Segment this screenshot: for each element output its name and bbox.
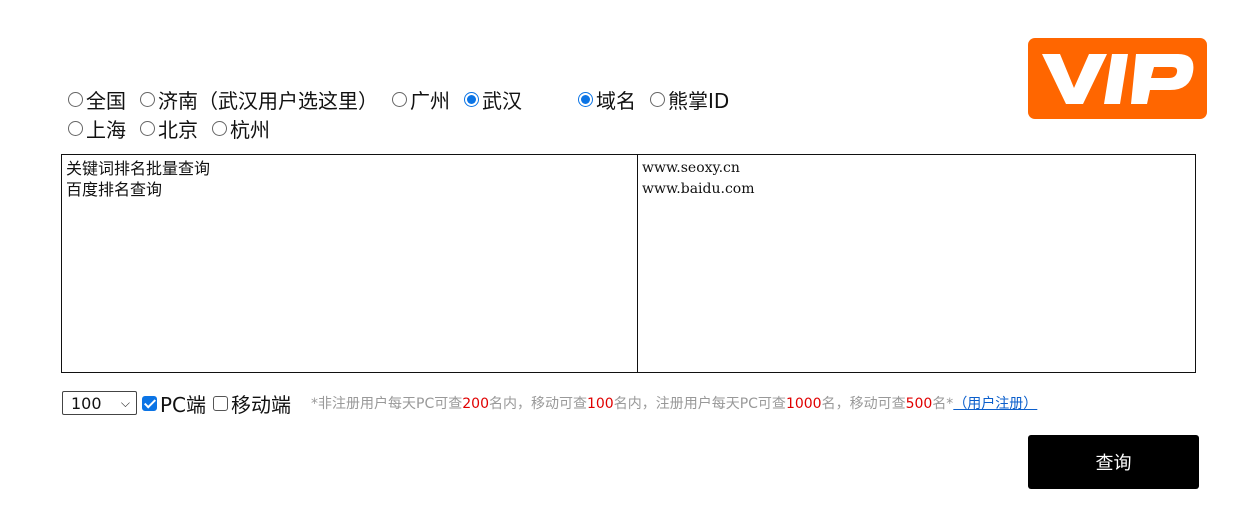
region-row-1: 全国 济南（武汉用户选这里） 广州 武汉 域名 熊掌ID — [68, 85, 743, 114]
radio-icon[interactable] — [140, 91, 155, 107]
radio-region-guangzhou[interactable]: 广州 — [392, 85, 450, 114]
note-number: 1000 — [785, 396, 822, 412]
radio-mode-domain[interactable]: 域名 — [578, 85, 636, 114]
radio-icon[interactable] — [140, 120, 155, 136]
vip-logo-graphic — [1042, 54, 1194, 104]
note-text: *非注册用户每天PC可查 — [311, 396, 463, 412]
mobile-checkbox-label: 移动端 — [231, 392, 292, 417]
note-number: 100 — [586, 396, 614, 412]
radio-icon[interactable] — [650, 91, 665, 107]
domain-line: www.seoxy.cn — [642, 160, 740, 176]
limit-note: *非注册用户每天PC可查200名内，移动可查100名内，注册用户每天PC可查10… — [311, 393, 1037, 413]
radio-mode-xiongzhang[interactable]: 熊掌ID — [650, 85, 729, 114]
region-row-2: 上海 北京 杭州 — [68, 114, 284, 143]
radio-label: 全国 — [86, 88, 126, 113]
note-text: 名* — [932, 396, 954, 412]
radio-label: 广州 — [410, 88, 450, 113]
domain-line: www.baidu.com — [642, 181, 755, 197]
note-text: 名，移动可查 — [821, 396, 906, 412]
keyword-line: 关键词排名批量查询 — [66, 159, 211, 178]
note-text: 名内，注册用户每天PC可查 — [613, 396, 786, 412]
count-select-value: 100 — [71, 393, 102, 413]
pc-checkbox[interactable] — [142, 395, 157, 411]
vip-logo[interactable] — [1028, 38, 1207, 119]
count-select[interactable]: 100 ⌵ — [62, 391, 137, 415]
radio-label: 济南（武汉用户选这里） — [158, 88, 378, 113]
radio-icon[interactable] — [68, 91, 83, 107]
note-number: 200 — [462, 396, 489, 412]
keywords-textarea[interactable]: 关键词排名批量查询 百度排名查询 — [62, 155, 638, 372]
mobile-checkbox[interactable] — [213, 395, 229, 411]
radio-region-wuhan[interactable]: 武汉 — [464, 85, 522, 114]
radio-label: 北京 — [158, 117, 198, 142]
radio-label: 熊掌ID — [668, 88, 730, 113]
radio-icon[interactable] — [392, 91, 407, 107]
radio-region-hangzhou[interactable]: 杭州 — [212, 114, 270, 143]
query-button[interactable]: 查询 — [1028, 435, 1199, 489]
note-number: 500 — [905, 396, 933, 412]
radio-label: 上海 — [86, 117, 126, 142]
radio-icon[interactable] — [68, 120, 83, 136]
keyword-line: 百度排名查询 — [66, 180, 163, 199]
domains-textarea[interactable]: www.seoxy.cn www.baidu.com — [638, 155, 1195, 372]
chevron-down-icon: ⌵ — [120, 395, 130, 410]
pc-checkbox-label: PC端 — [160, 392, 207, 417]
radio-label: 杭州 — [230, 117, 270, 142]
radio-icon[interactable] — [212, 120, 227, 136]
radio-label: 武汉 — [482, 88, 522, 113]
note-text: 名内，移动可查 — [488, 396, 587, 412]
options-row: 100 ⌵ PC端 移动端 *非注册用户每天PC可查200名内，移动可查100名… — [62, 389, 1037, 417]
radio-icon[interactable] — [464, 91, 479, 107]
radio-region-shanghai[interactable]: 上海 — [68, 114, 126, 143]
radio-region-beijing[interactable]: 北京 — [140, 114, 198, 143]
radio-region-quanguo[interactable]: 全国 — [68, 85, 126, 114]
radio-label: 域名 — [596, 88, 636, 113]
register-link[interactable]: （用户注册） — [953, 396, 1037, 412]
radio-region-jinan[interactable]: 济南（武汉用户选这里） — [140, 85, 378, 114]
query-textareas: 关键词排名批量查询 百度排名查询 www.seoxy.cn www.baidu.co… — [61, 154, 1196, 373]
radio-icon[interactable] — [578, 91, 593, 107]
